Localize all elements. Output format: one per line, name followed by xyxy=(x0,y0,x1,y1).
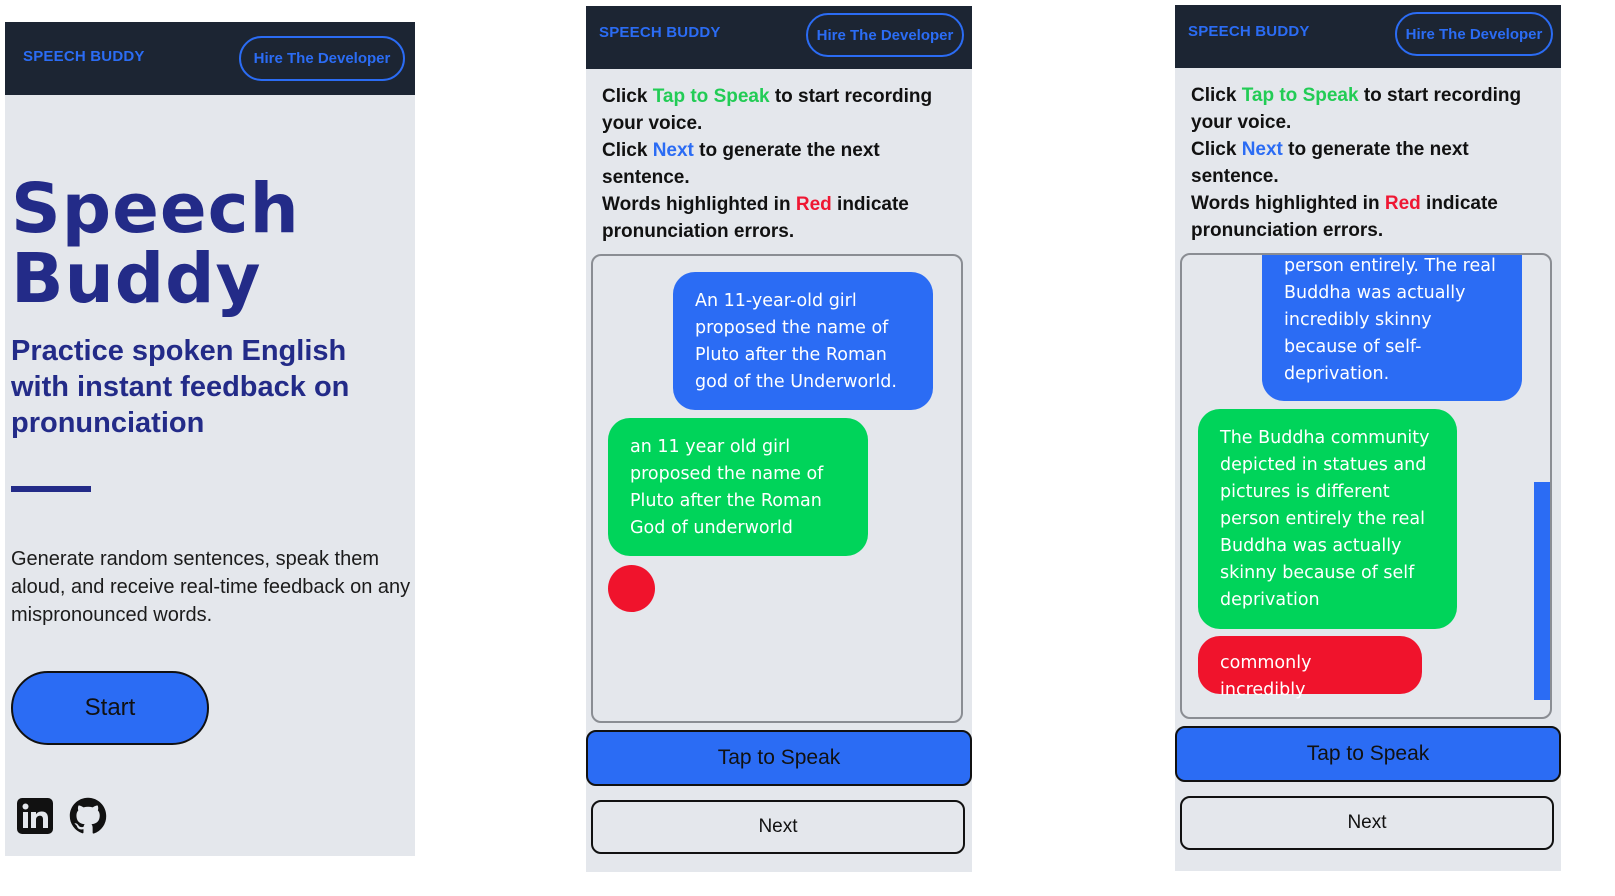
instruction-line: Click Next to generate the next sentence… xyxy=(1191,136,1531,190)
brand-logo-text[interactable]: SPEECH BUDDY xyxy=(599,24,721,41)
instruction-text: Words highlighted in xyxy=(602,194,796,215)
error-words-bubble: commonly incredibly xyxy=(1198,636,1422,700)
next-keyword: Next xyxy=(1241,139,1283,160)
prompt-bubble: An 11-year-old girl proposed the name of… xyxy=(673,272,933,410)
next-button[interactable]: Next xyxy=(591,800,965,854)
instruction-text: Words highlighted in xyxy=(1191,193,1385,214)
landing-screen: SPEECH BUDDY Hire The Developer Speech B… xyxy=(5,22,415,856)
tap-to-speak-button[interactable]: Tap to Speak xyxy=(1175,726,1561,782)
instruction-line: Click Tap to Speak to start recording yo… xyxy=(1191,82,1531,136)
instruction-text: Click xyxy=(1191,139,1242,160)
hero-title-line1: Speech xyxy=(11,169,300,249)
chat-scrollbar[interactable] xyxy=(1534,482,1550,700)
instruction-line: Words highlighted in Red indicate pronun… xyxy=(602,191,942,245)
hero-subtitle: Practice spoken English with instant fee… xyxy=(11,335,350,439)
red-keyword: Red xyxy=(1384,193,1421,214)
tap-to-speak-button[interactable]: Tap to Speak xyxy=(586,730,972,786)
top-nav: SPEECH BUDDY Hire The Developer xyxy=(5,22,415,95)
instructions: Click Tap to Speak to start recording yo… xyxy=(602,83,942,245)
instruction-line: Click Next to generate the next sentence… xyxy=(602,137,942,191)
brand-logo-text[interactable]: SPEECH BUDDY xyxy=(1188,23,1310,40)
linkedin-icon[interactable] xyxy=(16,797,54,835)
instruction-text: Click xyxy=(1191,85,1242,106)
recording-indicator xyxy=(608,565,655,612)
hero-title: Speech Buddy xyxy=(11,174,411,314)
chat-panel[interactable]: An 11-year-old girl proposed the name of… xyxy=(591,254,963,723)
next-button[interactable]: Next xyxy=(1180,796,1554,850)
start-button[interactable]: Start xyxy=(11,671,209,745)
hero-title-line2: Buddy xyxy=(11,239,262,319)
next-keyword: Next xyxy=(652,140,694,161)
tap-to-speak-keyword: Tap to Speak xyxy=(1241,85,1359,106)
brand-logo-text[interactable]: SPEECH BUDDY xyxy=(23,48,145,65)
chat-panel[interactable]: person entirely. The real Buddha was act… xyxy=(1180,253,1552,719)
hero-description: Generate random sentences, speak them al… xyxy=(11,548,411,626)
red-keyword: Red xyxy=(795,194,832,215)
practice-screen-1: SPEECH BUDDY Hire The Developer Click Ta… xyxy=(586,6,972,872)
instruction-text: Click xyxy=(602,86,653,107)
hire-developer-button[interactable]: Hire The Developer xyxy=(806,13,964,57)
prompt-bubble: person entirely. The real Buddha was act… xyxy=(1262,255,1522,401)
instruction-line: Words highlighted in Red indicate pronun… xyxy=(1191,190,1531,244)
hero-divider xyxy=(11,486,91,492)
top-nav: SPEECH BUDDY Hire The Developer xyxy=(586,6,972,69)
hire-developer-button[interactable]: Hire The Developer xyxy=(1395,12,1553,56)
instruction-text: Click xyxy=(602,140,653,161)
transcript-bubble: The Buddha community depicted in statues… xyxy=(1198,409,1457,629)
practice-screen-2: SPEECH BUDDY Hire The Developer Click Ta… xyxy=(1175,5,1561,871)
tap-to-speak-keyword: Tap to Speak xyxy=(652,86,770,107)
transcript-bubble: an 11 year old girl proposed the name of… xyxy=(608,418,868,556)
top-nav: SPEECH BUDDY Hire The Developer xyxy=(1175,5,1561,68)
github-icon[interactable] xyxy=(69,797,107,835)
instruction-line: Click Tap to Speak to start recording yo… xyxy=(602,83,942,137)
hire-developer-button[interactable]: Hire The Developer xyxy=(239,36,405,81)
instructions: Click Tap to Speak to start recording yo… xyxy=(1191,82,1531,244)
